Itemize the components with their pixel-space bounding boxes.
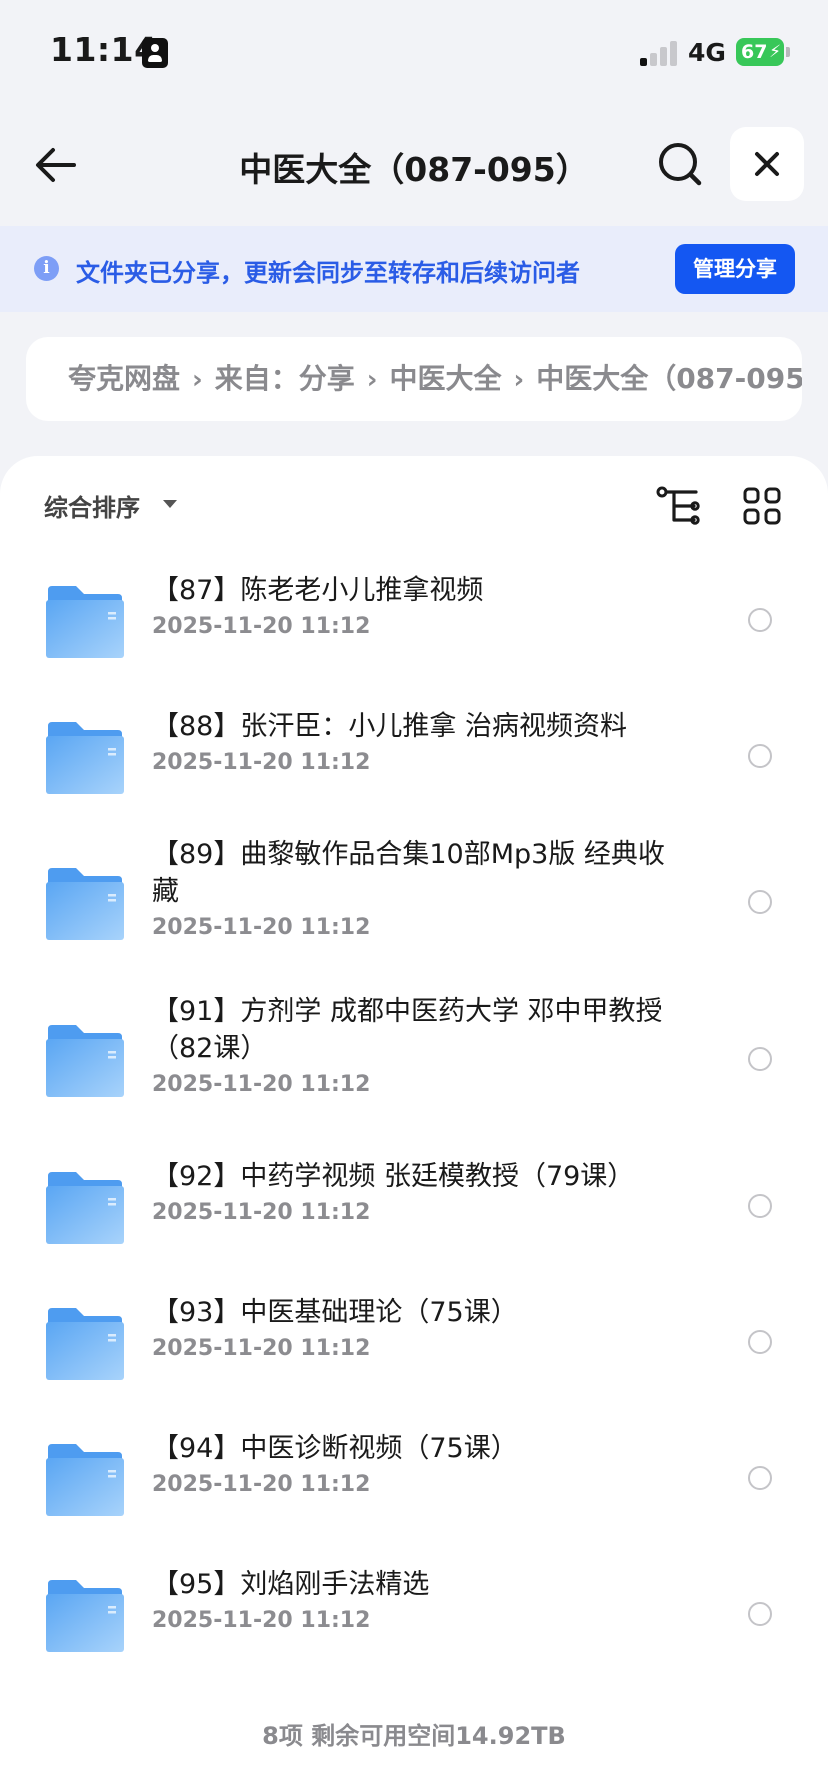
status-bar: 11:14 4G 67 ⚡ [0,0,828,100]
breadcrumb-item[interactable]: 中医大全 [389,362,501,395]
list-item[interactable]: 【91】方剂学 成都中医药大学 邓中甲教授（82课） 2025-11-20 11… [0,981,828,1138]
battery-level: 67 [741,41,768,63]
folder-icon [46,1025,124,1097]
file-name: 【92】中药学视频 张廷模教授（79课） [152,1161,635,1192]
list-item[interactable]: 【87】陈老老小儿推拿视频 2025-11-20 11:12 [0,552,828,688]
cellular-signal-icon [640,40,680,66]
folder-icon [46,1444,124,1516]
breadcrumb: 夸克网盘 › 来自：分享 › 中医大全 › 中医大全（087-095） [26,337,802,421]
select-checkbox[interactable] [748,1330,772,1354]
chevron-right-icon: › [366,365,378,395]
file-date: 2025-11-20 11:12 [152,750,371,775]
share-notice-text: 文件夹已分享，更新会同步至转存和后续访问者 [76,259,580,287]
file-date: 2025-11-20 11:12 [152,1336,371,1361]
manage-share-button[interactable]: 管理分享 [675,244,795,294]
chevron-right-icon: › [513,365,525,395]
list-item[interactable]: 【89】曲黎敏作品合集10部Mp3版 经典收藏 2025-11-20 11:12 [0,824,828,981]
back-button[interactable] [30,138,84,192]
search-button[interactable] [654,138,706,190]
grid-view-button[interactable] [742,486,782,526]
contact-card-icon [142,38,168,68]
select-checkbox[interactable] [748,744,772,768]
file-name: 【91】方剂学 成都中医药大学 邓中甲教授（82课） [152,996,663,1064]
file-name: 【95】刘焰刚手法精选 [152,1569,430,1600]
search-icon [659,143,702,186]
file-name: 【93】中医基础理论（75课） [152,1297,518,1328]
file-date: 2025-11-20 11:12 [152,1472,371,1497]
folder-icon [46,1308,124,1380]
file-name: 【89】曲黎敏作品合集10部Mp3版 经典收藏 [152,839,665,907]
file-list: 【87】陈老老小儿推拿视频 2025-11-20 11:12 【88】张汗臣：小… [0,552,828,1682]
breadcrumb-item[interactable]: 来自：分享 [215,362,355,395]
sort-dropdown[interactable]: 综合排序 [44,488,140,523]
folder-icon [46,586,124,658]
list-item[interactable]: 【88】张汗臣：小儿推拿 治病视频资料 2025-11-20 11:12 [0,688,828,824]
file-date: 2025-11-20 11:12 [152,614,371,639]
storage-summary: 8项 剩余可用空间14.92TB [262,1722,566,1750]
file-date: 2025-11-20 11:12 [152,1608,371,1633]
list-item[interactable]: 【93】中医基础理论（75课） 2025-11-20 11:12 [0,1274,828,1410]
select-checkbox[interactable] [748,1047,772,1071]
folder-icon [46,1172,124,1244]
close-button[interactable] [730,127,804,201]
breadcrumb-item[interactable]: 中医大全（087-095） [536,362,802,395]
charging-bolt-icon: ⚡ [769,42,781,62]
chevron-right-icon: › [192,365,203,395]
select-checkbox[interactable] [748,890,772,914]
caret-down-icon [163,500,177,508]
network-type: 4G [688,38,726,67]
arrow-left-icon [36,148,76,182]
tree-view-button[interactable] [656,486,702,526]
file-name: 【94】中医诊断视频（75课） [152,1433,518,1464]
page-title: 中医大全（087-095） [239,150,589,189]
share-notice-banner: i 文件夹已分享，更新会同步至转存和后续访问者 管理分享 [0,226,828,312]
close-icon [755,152,779,176]
select-checkbox[interactable] [748,1466,772,1490]
list-item[interactable]: 【94】中医诊断视频（75课） 2025-11-20 11:12 [0,1410,828,1546]
select-checkbox[interactable] [748,1194,772,1218]
select-checkbox[interactable] [748,1602,772,1626]
battery-icon: 67 ⚡ [736,38,790,66]
folder-icon [46,868,124,940]
file-name: 【88】张汗臣：小儿推拿 治病视频资料 [152,711,627,742]
file-date: 2025-11-20 11:12 [152,1200,371,1225]
list-item[interactable]: 【95】刘焰刚手法精选 2025-11-20 11:12 [0,1546,828,1682]
list-item[interactable]: 【92】中药学视频 张廷模教授（79课） 2025-11-20 11:12 [0,1138,828,1274]
select-checkbox[interactable] [748,608,772,632]
file-name: 【87】陈老老小儿推拿视频 [152,575,484,606]
folder-icon [46,722,124,794]
grid-icon [743,487,781,525]
top-nav: 中医大全（087-095） [0,110,828,218]
folder-icon [46,1580,124,1652]
tree-structure-icon [656,486,700,525]
file-date: 2025-11-20 11:12 [152,915,371,940]
file-date: 2025-11-20 11:12 [152,1072,371,1097]
info-icon: i [34,256,59,281]
breadcrumb-item[interactable]: 夸克网盘 [68,362,180,395]
file-panel: 综合排序 【87】陈老老小儿推拿视频 2025-11-20 11:12 【88】… [0,456,828,1792]
